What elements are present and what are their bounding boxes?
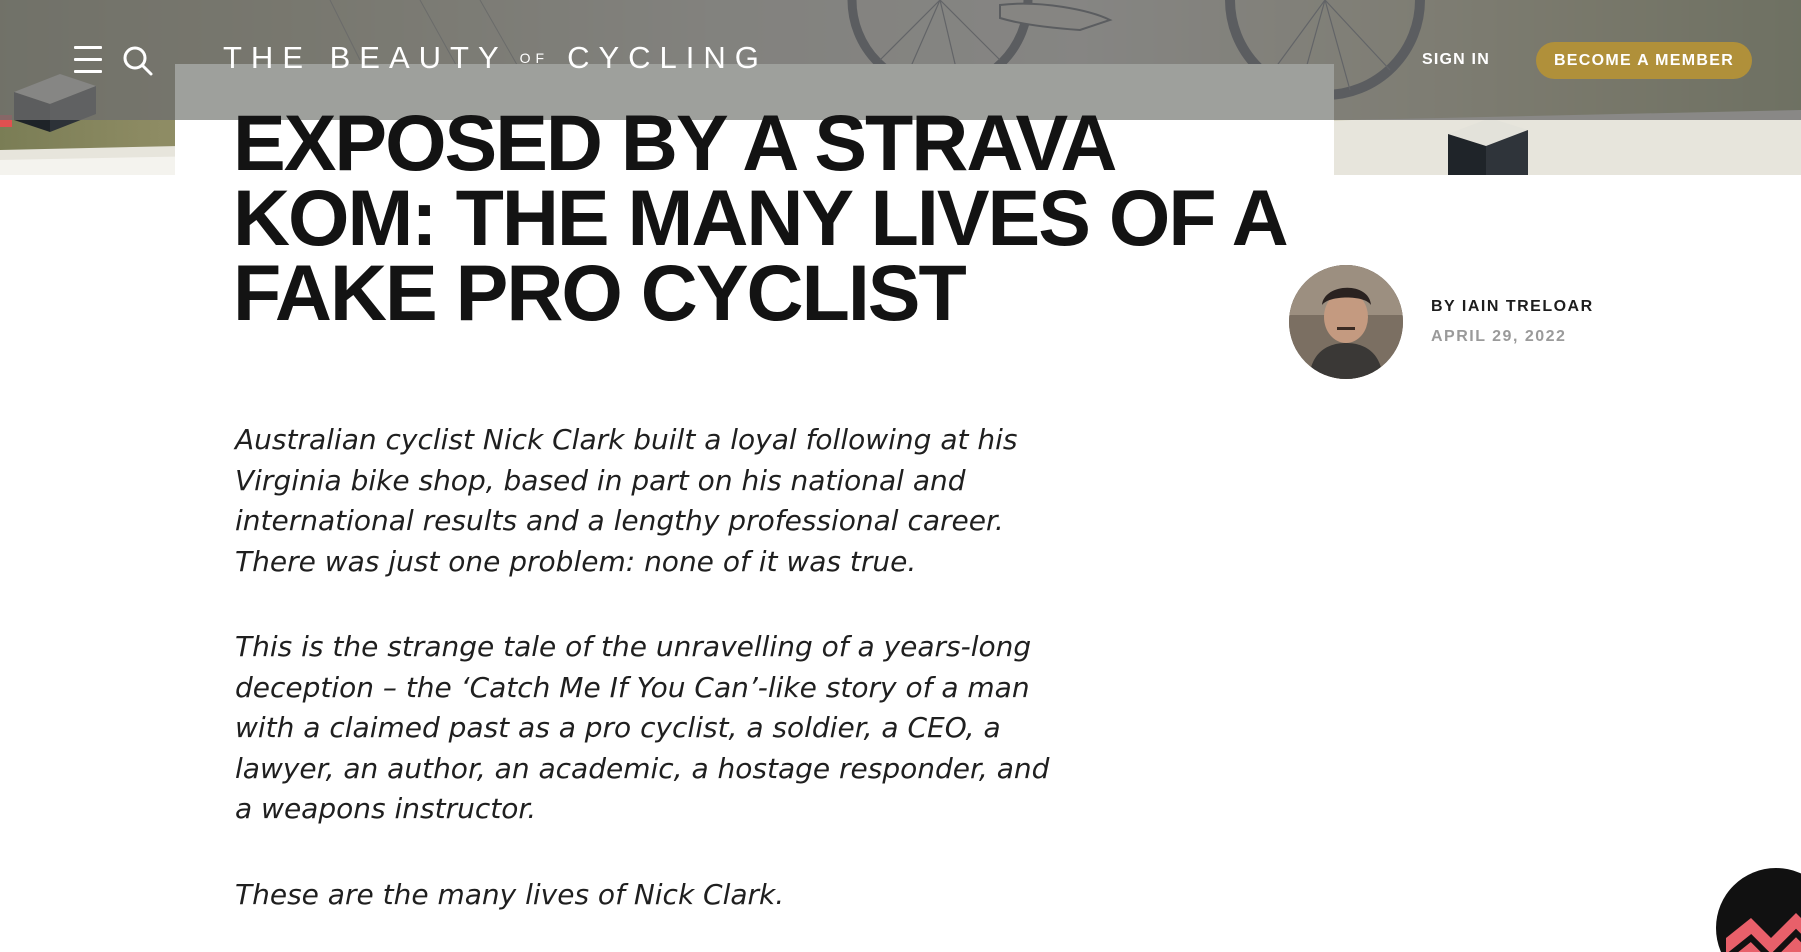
article-page: THE BEAUTY OF CYCLING SIGN IN BECOME A M… (0, 0, 1801, 952)
author-name[interactable]: BY IAIN TRELOAR (1431, 298, 1594, 316)
article-title: EXPOSED BY A STRAVA KOM: THE MANY LIVES … (233, 98, 1286, 337)
intro-paragraph-1: Australian cyclist Nick Clark built a lo… (235, 423, 1018, 578)
intro-paragraph-3: These are the many lives of Nick Clark. (235, 877, 785, 911)
intro-paragraph-2: This is the strange tale of the unravell… (235, 630, 1050, 825)
hamburger-menu-icon[interactable] (74, 46, 104, 74)
publish-date: APRIL 29, 2022 (1431, 328, 1567, 345)
author-avatar (1289, 265, 1403, 379)
sign-in-link[interactable]: SIGN IN (1422, 51, 1490, 69)
logo-text-left: THE BEAUTY (223, 40, 508, 75)
logo-text-of: OF (519, 50, 550, 66)
logo-text-right: CYCLING (567, 40, 768, 75)
search-icon[interactable] (122, 45, 154, 77)
become-member-button[interactable]: BECOME A MEMBER (1536, 42, 1752, 79)
floating-badge-icon[interactable] (1716, 868, 1801, 952)
article-intro: Australian cyclist Nick Clark built a lo… (235, 420, 1075, 952)
site-logo[interactable]: THE BEAUTY OF CYCLING (223, 40, 768, 76)
